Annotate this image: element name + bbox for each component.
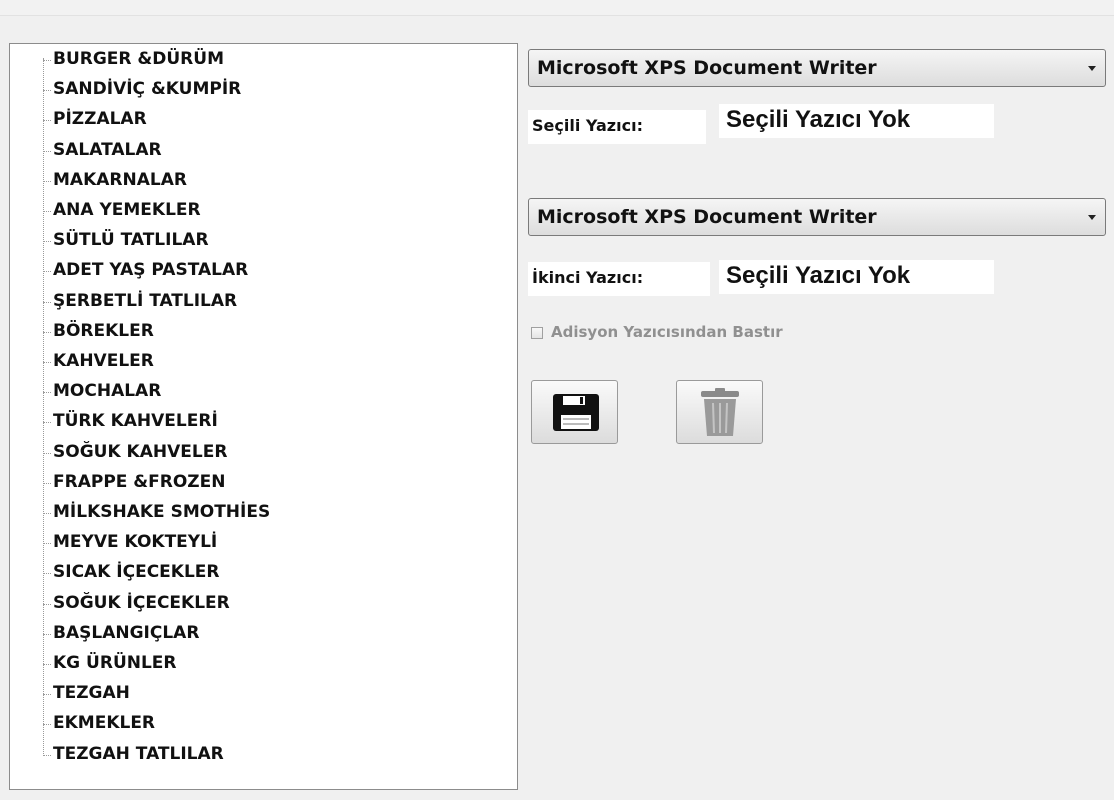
primary-printer-value: Seçili Yazıcı Yok (719, 104, 994, 138)
tree-connector (43, 392, 51, 394)
tree-item-label: MİLKSHAKE SMOTHİES (53, 502, 271, 522)
chevron-down-icon (1088, 215, 1096, 220)
tree-item-label: KG ÜRÜNLER (53, 653, 177, 673)
floppy-disk-icon (553, 394, 599, 431)
tree-item-label: MAKARNALAR (53, 169, 187, 190)
tree-connector (43, 543, 51, 545)
tree-item-label: ŞERBETLİ TATLILAR (53, 290, 238, 311)
tree-item[interactable]: ANA YEMEKLER (43, 197, 483, 227)
tree-connector (43, 301, 51, 303)
tree-item-label: SOĞUK KAHVELER (53, 441, 228, 462)
tree-item-label: ANA YEMEKLER (53, 200, 201, 220)
tree-connector (43, 150, 51, 152)
adisyon-checkbox[interactable] (531, 327, 543, 339)
save-button[interactable] (531, 380, 618, 444)
tree-item-label: KAHVELER (53, 351, 154, 371)
tree-item[interactable]: MEYVE KOKTEYLİ (43, 529, 483, 559)
tree-item-label: MEYVE KOKTEYLİ (53, 532, 218, 553)
tree-item-label: MOCHALAR (53, 381, 162, 402)
tree-item[interactable]: SALATALAR (43, 137, 483, 167)
tree-connector (43, 362, 51, 363)
tree-connector (43, 664, 51, 665)
tree-item-label: EKMEKLER (53, 713, 156, 734)
tree-item-label: TEZGAH (53, 683, 130, 704)
tree-connector (43, 513, 51, 514)
tree-item[interactable]: KG ÜRÜNLER (43, 650, 483, 680)
secondary-printer-dropdown[interactable]: Microsoft XPS Document Writer (528, 198, 1106, 236)
tree-item[interactable]: SANDİVİÇ &KUMPİR (43, 76, 483, 106)
tree-connector (43, 90, 51, 92)
tree-connector (43, 422, 51, 424)
tree-connector (43, 482, 51, 484)
tree-item[interactable]: ŞERBETLİ TATLILAR (43, 288, 483, 318)
tree-item[interactable]: PİZZALAR (43, 106, 483, 136)
primary-printer-label: Seçili Yazıcı: (528, 110, 706, 144)
tree-connector (43, 573, 51, 575)
adisyon-checkbox-label: Adisyon Yazıcısından Bastır (551, 323, 783, 341)
tree-item-label: SÜTLÜ TATLILAR (53, 230, 209, 251)
primary-printer-dropdown-value: Microsoft XPS Document Writer (537, 57, 877, 79)
tree-item-label: SALATALAR (53, 139, 162, 160)
tree-item-label: TÜRK KAHVELERİ (53, 411, 218, 432)
tree-connector (43, 633, 51, 635)
top-strip (0, 0, 1114, 16)
printer-settings-window: BURGER &DÜRÜM SANDİVİÇ &KUMPİR PİZZALAR SAL… (0, 0, 1114, 800)
secondary-printer-dropdown-value: Microsoft XPS Document Writer (537, 206, 877, 228)
primary-printer-dropdown[interactable]: Microsoft XPS Document Writer (528, 49, 1106, 87)
tree-item-label: SOĞUK İÇECEKLER (53, 592, 230, 613)
tree-item-label: BÖREKLER (53, 320, 154, 341)
trash-can-icon (701, 388, 739, 436)
tree-item[interactable]: SOĞUK KAHVELER (43, 439, 483, 469)
secondary-printer-value: Seçili Yazıcı Yok (719, 260, 994, 294)
tree-item[interactable]: MAKARNALAR (43, 167, 483, 197)
tree-connector (43, 211, 51, 212)
tree-item-label: BAŞLANGIÇLAR (53, 622, 200, 643)
tree-item-label: SICAK İÇECEKLER (53, 562, 220, 583)
tree-item[interactable]: FRAPPE &FROZEN (43, 469, 483, 499)
tree-connector (43, 271, 51, 273)
tree-item[interactable]: SÜTLÜ TATLILAR (43, 227, 483, 257)
tree-item[interactable]: MİLKSHAKE SMOTHİES (43, 499, 483, 529)
tree-item[interactable]: BAŞLANGIÇLAR (43, 620, 483, 650)
tree-item[interactable]: KAHVELER (43, 348, 483, 378)
tree-item-label: ADET YAŞ PASTALAR (53, 260, 249, 281)
tree-item-label: TEZGAH TATLILAR (53, 743, 224, 764)
tree-item[interactable]: TÜRK KAHVELERİ (43, 408, 483, 438)
tree-item[interactable]: TEZGAH TATLILAR (43, 741, 483, 771)
tree-item[interactable]: TEZGAH (43, 680, 483, 710)
tree-connector (43, 180, 51, 182)
tree-item-label: BURGER &DÜRÜM (53, 49, 224, 69)
tree-connector (43, 724, 51, 726)
tree-item-label: PİZZALAR (53, 109, 147, 130)
tree-connector (43, 331, 51, 333)
tree-item[interactable]: EKMEKLER (43, 710, 483, 740)
category-tree[interactable]: BURGER &DÜRÜM SANDİVİÇ &KUMPİR PİZZALAR SAL… (9, 43, 518, 790)
delete-button[interactable] (676, 380, 763, 444)
tree-item-label: FRAPPE &FROZEN (53, 471, 226, 492)
tree-connector (43, 241, 51, 243)
tree-connector (43, 603, 51, 605)
tree-item-label: SANDİVİÇ &KUMPİR (53, 79, 242, 100)
tree-item[interactable]: MOCHALAR (43, 378, 483, 408)
tree-connector (43, 754, 51, 756)
secondary-printer-label: İkinci Yazıcı: (528, 262, 710, 296)
tree-item[interactable]: SICAK İÇECEKLER (43, 559, 483, 589)
tree-connector (43, 694, 51, 696)
tree-connector (43, 120, 51, 122)
tree-item[interactable]: BURGER &DÜRÜM (43, 46, 483, 76)
tree-item[interactable]: SOĞUK İÇECEKLER (43, 590, 483, 620)
tree-connector (43, 60, 51, 61)
tree-item[interactable]: BÖREKLER (43, 318, 483, 348)
tree-connector (43, 452, 51, 454)
chevron-down-icon (1088, 66, 1096, 71)
tree-item[interactable]: ADET YAŞ PASTALAR (43, 257, 483, 287)
